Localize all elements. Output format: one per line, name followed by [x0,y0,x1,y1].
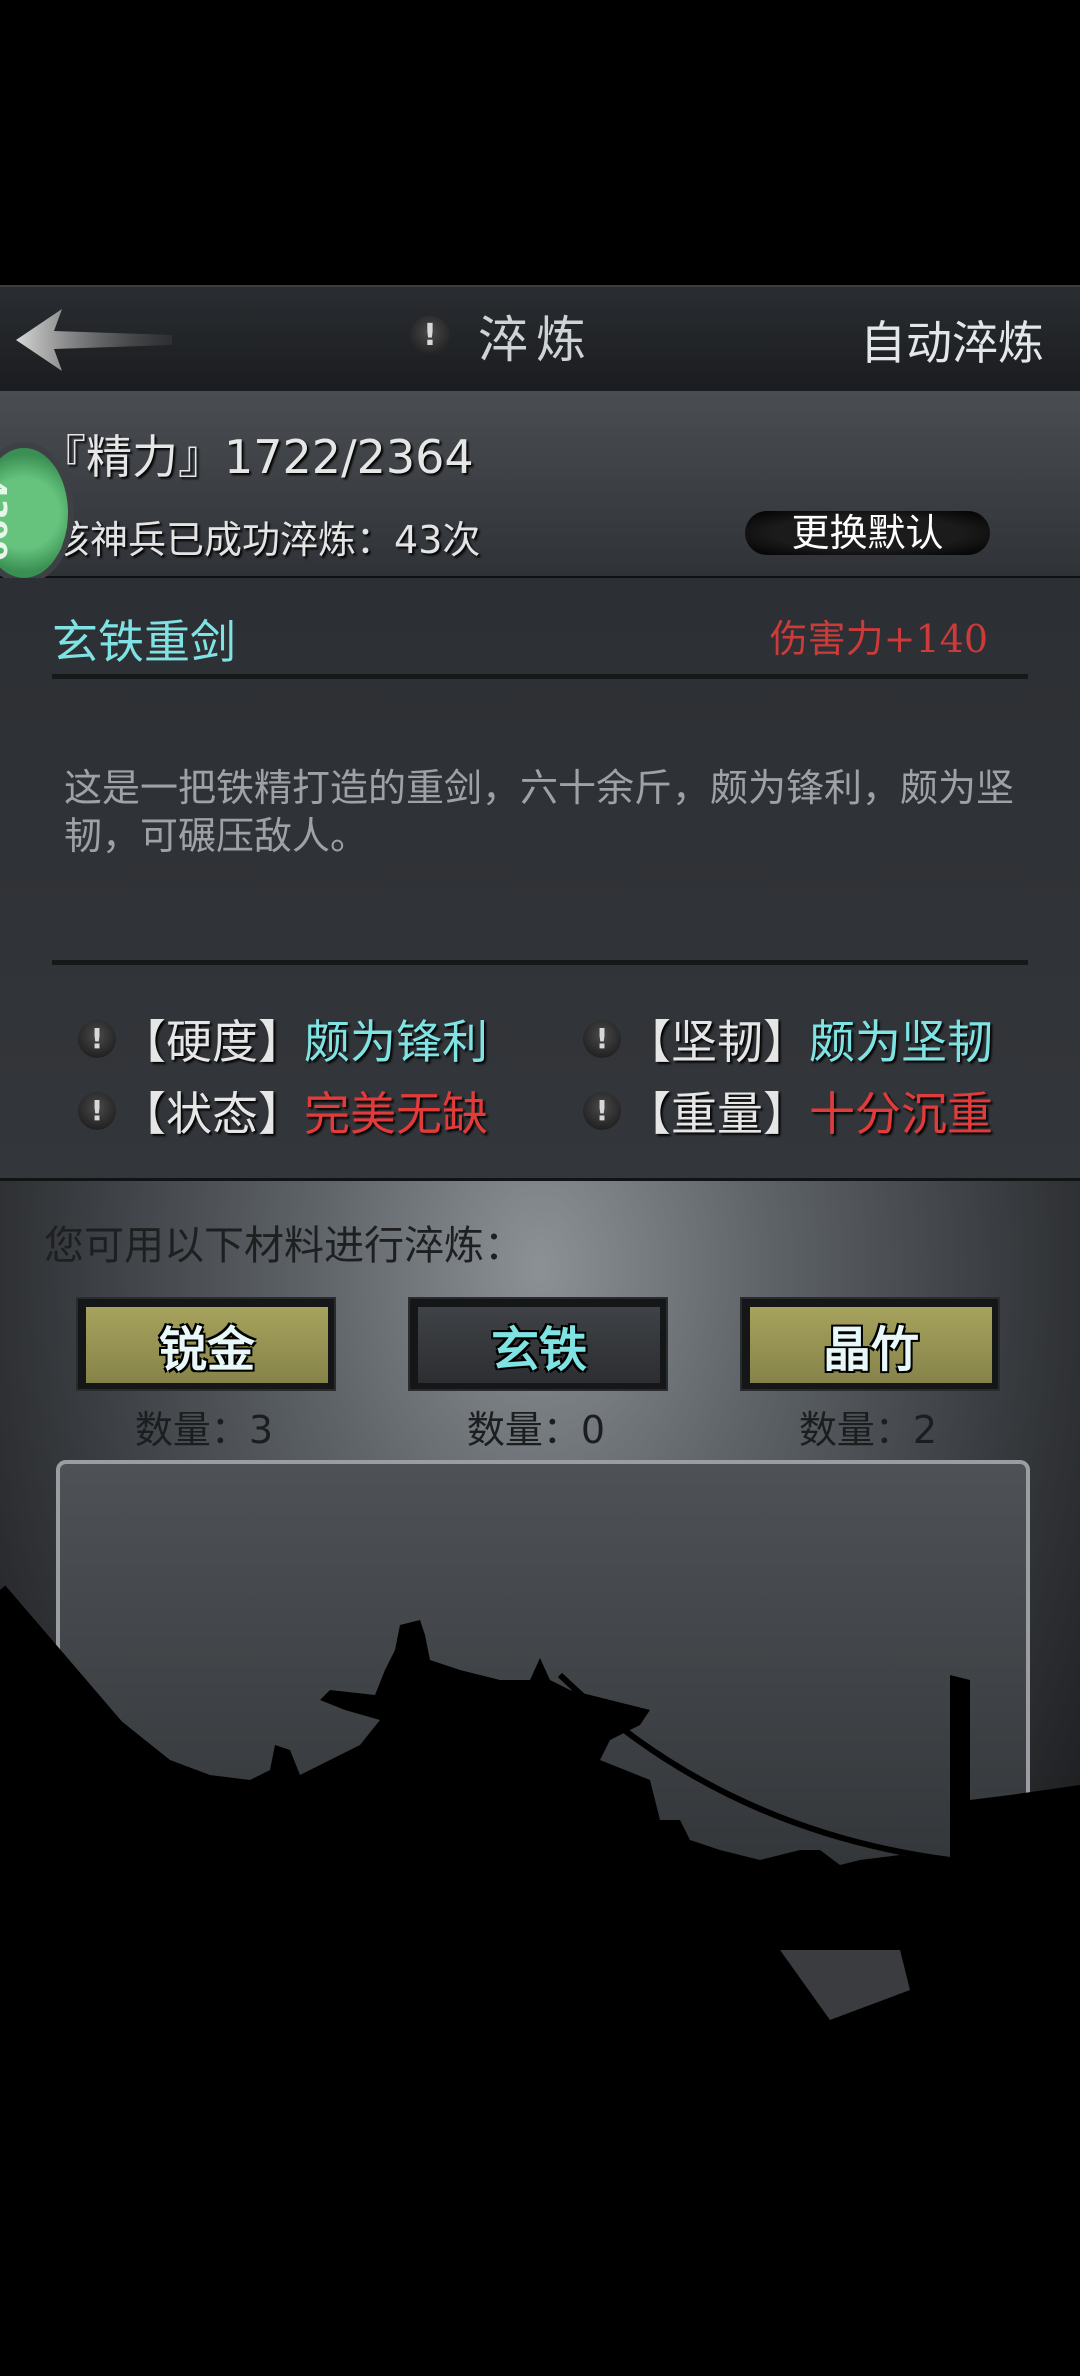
screen: ! 淬炼 自动淬炼 『精力』1722/2364 该神兵已成功淬炼：43次 更换默… [0,0,1080,2376]
material-quantity: 数量：3 [134,1408,274,1452]
exclamation-icon[interactable]: ! [583,1020,621,1058]
back-arrow-icon [16,309,172,371]
material-frame: 锐金 [76,1297,336,1391]
title-group: ! 淬炼 [410,301,594,371]
energy-display: 『精力』1722/2364 [40,430,474,484]
auto-refine-button[interactable]: 自动淬炼 [860,307,1044,373]
attribute-value: 十分沉重 [809,1087,993,1141]
material-label: 锐金 [86,1307,328,1383]
weapon-panel: 玄铁重剑 伤害力+140 这是一把铁精打造的重剑，六十余斤，颇为锋利，颇为坚韧，… [0,578,1080,1181]
attribute-key: 【状态】 [120,1087,304,1141]
material-xuan-tie[interactable]: 玄铁 数量：0 [408,1297,672,1452]
weapon-description: 这是一把铁精打造的重剑，六十余斤，颇为锋利，颇为坚韧，可碾压敌人。 [64,766,1015,858]
attribute-state: ! 【状态】 完美无缺 [78,1078,488,1144]
attribute-value: 颇为坚韧 [809,1015,993,1069]
material-rui-jin[interactable]: 锐金 数量：3 [76,1297,340,1452]
exclamation-icon[interactable]: ! [78,1020,116,1058]
divider [52,960,1028,965]
attribute-key: 【重量】 [625,1087,809,1141]
attribute-value: 完美无缺 [304,1087,488,1141]
divider [52,674,1028,679]
attribute-key: 【硬度】 [120,1015,304,1069]
exclamation-icon[interactable]: ! [78,1092,116,1130]
pagoda-silhouette [0,1585,1080,2050]
material-quantity: 数量：2 [798,1408,938,1452]
weapon-name: 玄铁重剑 [52,615,236,669]
materials-title: 您可用以下材料进行淬炼： [44,1223,524,1269]
material-label: 晶竹 [750,1307,992,1383]
back-button[interactable] [14,305,174,375]
attribute-hardness: ! 【硬度】 颇为锋利 [78,1006,488,1072]
material-jing-zhu[interactable]: 晶竹 数量：2 [740,1297,1004,1452]
refine-count-label: 该神兵已成功淬炼： [52,518,395,562]
exclamation-icon[interactable]: ! [410,316,450,356]
material-frame: 玄铁 [408,1297,668,1391]
attribute-weight: ! 【重量】 十分沉重 [583,1078,993,1144]
refine-count-value: 43次 [394,518,481,562]
material-quantity: 数量：0 [466,1408,606,1452]
change-default-button[interactable]: 更换默认 [745,511,990,555]
material-label: 玄铁 [418,1307,660,1383]
attribute-key: 【坚韧】 [625,1015,809,1069]
badge-text: 4399 [0,478,12,562]
attribute-toughness: ! 【坚韧】 颇为坚韧 [583,1006,993,1072]
attribute-value: 颇为锋利 [304,1015,488,1069]
page-title: 淬炼 [478,311,594,369]
exclamation-icon[interactable]: ! [583,1092,621,1130]
energy-panel: 『精力』1722/2364 该神兵已成功淬炼：43次 更换默认 [0,391,1080,579]
refine-count-line: 该神兵已成功淬炼：43次 [52,509,480,564]
weapon-damage: 伤害力+140 [769,617,988,661]
material-frame: 晶竹 [740,1297,1000,1391]
top-bar: ! 淬炼 自动淬炼 [0,285,1080,395]
